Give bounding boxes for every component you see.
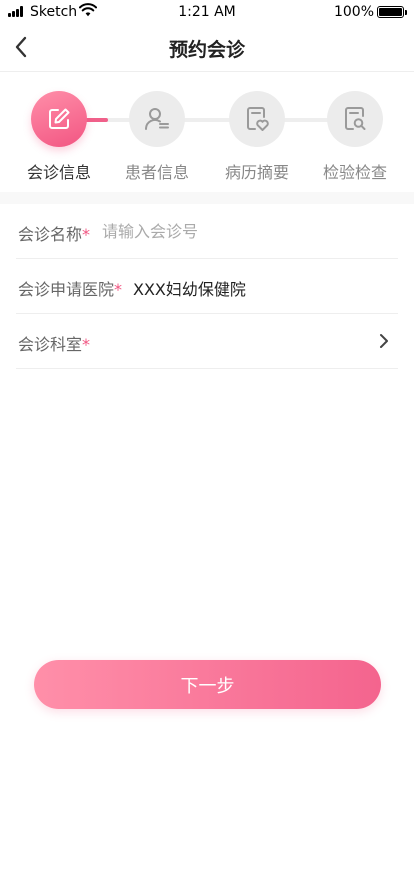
page-title: 预约会诊 [168, 39, 245, 61]
hospital-value[interactable]: XXX妇幼保健院 [133, 276, 246, 300]
step-label: 病历摘要 [224, 163, 289, 182]
required-mark: * [82, 225, 91, 244]
nav-bar: 预约会诊 [0, 24, 414, 72]
required-mark: * [82, 335, 91, 354]
consult-form: 会诊名称* 会诊申请医院* XXX妇幼保健院 会诊科室* [0, 204, 414, 369]
consult-name-label: 会诊名称* [18, 221, 90, 245]
form-row-department[interactable]: 会诊科室* [16, 314, 398, 369]
chevron-right-icon[interactable] [376, 332, 392, 350]
step-medical-summary[interactable]: 病历摘要 [212, 91, 302, 183]
step-circle [327, 91, 383, 147]
department-label: 会诊科室* [18, 331, 90, 355]
section-divider [0, 192, 414, 204]
label-text: 会诊科室 [18, 335, 83, 354]
record-heart-icon [247, 107, 269, 131]
form-row-consult-name: 会诊名称* [16, 204, 398, 259]
step-consult-info[interactable]: 会诊信息 [14, 91, 104, 183]
status-bar: Sketch 1:21 AM 100% [0, 0, 414, 24]
form-row-hospital: 会诊申请医院* XXX妇幼保健院 [16, 259, 398, 314]
next-step-button[interactable]: 下一步 [34, 660, 381, 709]
required-mark: * [114, 280, 123, 299]
consult-name-input[interactable] [102, 216, 382, 246]
step-label: 患者信息 [124, 163, 189, 182]
step-label: 检验检查 [322, 163, 387, 182]
step-patient-info[interactable]: 患者信息 [112, 91, 202, 183]
step-circle [31, 91, 87, 147]
step-lab-exam[interactable]: 检验检查 [310, 91, 400, 183]
user-list-icon [144, 108, 169, 130]
edit-icon [49, 108, 70, 129]
hospital-label: 会诊申请医院* [18, 276, 122, 300]
document-search-icon [345, 107, 366, 130]
step-circle [229, 91, 285, 147]
battery-percent: 100% [333, 4, 374, 20]
step-circle [129, 91, 185, 147]
battery-icon [377, 6, 407, 18]
label-text: 会诊申请医院 [18, 280, 115, 299]
step-label: 会诊信息 [26, 163, 91, 182]
label-text: 会诊名称 [18, 225, 83, 244]
step-progress: 会诊信息 患者信息 病历摘要 检验检查 [0, 72, 414, 192]
